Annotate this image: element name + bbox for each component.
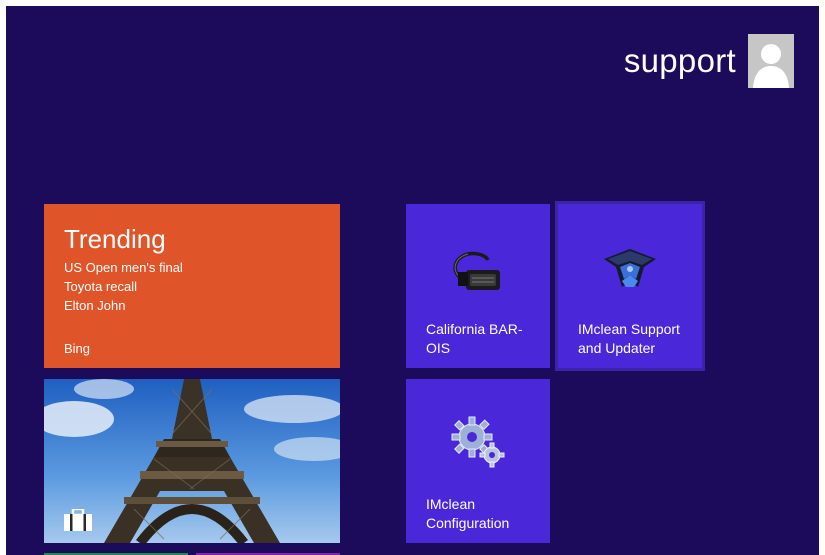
gears-icon	[451, 416, 505, 468]
tile-label-line: IMclean	[426, 496, 476, 512]
obd-cable-icon	[453, 251, 500, 290]
trending-item: US Open men's final	[64, 260, 183, 275]
bing-trending-tile[interactable]: Trending US Open men's final Toyota reca…	[44, 204, 340, 368]
imclean-support-tile[interactable]: IMclean Support and Updater	[555, 201, 705, 371]
trending-title: Trending	[64, 224, 166, 254]
imclean-device-icon	[604, 248, 656, 287]
tile-label-line: OIS	[426, 340, 451, 356]
user-silhouette-icon	[748, 34, 794, 88]
suitcase-icon	[64, 509, 92, 531]
user-account[interactable]: support	[624, 34, 794, 88]
tile-label-line: IMclean Support	[578, 321, 680, 337]
user-name[interactable]: support	[624, 42, 736, 80]
tile-label-line: Configuration	[426, 515, 510, 531]
tile-label: IMclean Configuration	[426, 495, 509, 533]
tile-label: IMclean Support and Updater	[578, 320, 680, 358]
trending-list: US Open men's final Toyota recall Elton …	[64, 258, 183, 315]
start-screen: support Trending US Open men's final Toy…	[6, 6, 819, 555]
tile-label: California BAR- OIS	[426, 320, 522, 358]
avatar[interactable]	[748, 34, 794, 88]
trending-item: Toyota recall	[64, 279, 137, 294]
trending-source-label: Bing	[64, 341, 91, 356]
imclean-configuration-tile[interactable]: IMclean Configuration	[406, 379, 550, 543]
california-bar-ois-tile[interactable]: California BAR- OIS	[406, 204, 550, 368]
travel-photo-tile[interactable]	[44, 379, 340, 543]
trending-item: Elton John	[64, 298, 126, 313]
tile-label-line: and Updater	[578, 340, 656, 356]
tile-label-line: California BAR-	[426, 321, 523, 337]
